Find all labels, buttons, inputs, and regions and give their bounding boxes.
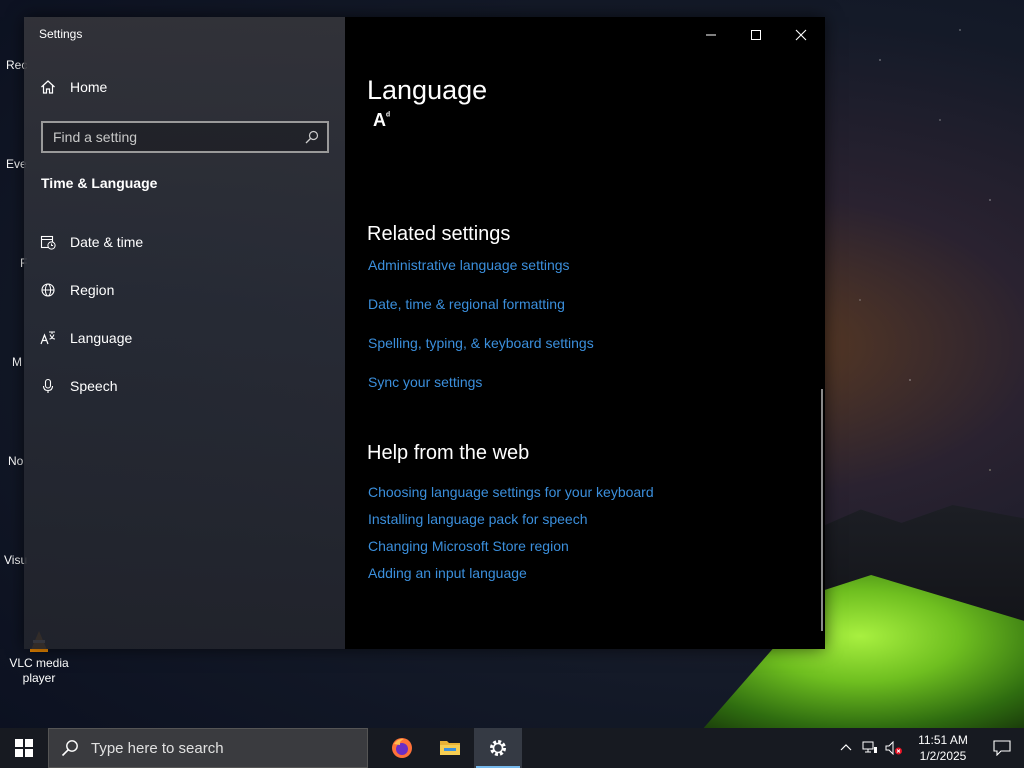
link-spelling-typing-keyboard-settings[interactable]: Spelling, typing, & keyboard settings: [368, 335, 594, 351]
firefox-icon: [392, 738, 412, 758]
sidebar-item-region[interactable]: Region: [40, 278, 114, 302]
clock-date: 1/2/2025: [919, 749, 967, 763]
sidebar-item-label: Region: [70, 282, 115, 298]
system-tray: 11:51 AM 1/2/2025: [834, 728, 1024, 768]
help-from-web-heading: Help from the web: [367, 442, 530, 464]
taskbar-clock[interactable]: 11:51 AM 1/2/2025: [906, 732, 980, 764]
sidebar-item-label: Date & time: [70, 234, 144, 250]
link-adding-input-language[interactable]: Adding an input language: [368, 565, 527, 581]
show-hidden-icons-button[interactable]: [834, 728, 858, 768]
find-setting-input[interactable]: [53, 129, 293, 145]
glyph-letter: A: [373, 110, 386, 130]
taskbar-search-placeholder: Type here to search: [91, 739, 224, 757]
window-title: Settings: [39, 27, 83, 41]
taskbar: Type here to search 11:51 AM 1/2/2025: [0, 728, 1024, 768]
date-time-icon: [40, 235, 56, 250]
sidebar-item-label: Speech: [70, 378, 118, 394]
search-icon: [61, 740, 78, 757]
sidebar-item-speech[interactable]: Speech: [40, 374, 117, 398]
link-administrative-language-settings[interactable]: Administrative language settings: [368, 257, 570, 273]
taskbar-app-file-explorer[interactable]: [426, 728, 474, 768]
settings-gear-icon: [490, 740, 506, 756]
sidebar-item-label: Language: [70, 330, 133, 346]
link-installing-language-pack[interactable]: Installing language pack for speech: [368, 511, 587, 527]
page-title: Language: [367, 75, 488, 105]
nav-home-label: Home: [70, 79, 108, 95]
taskbar-app-settings[interactable]: [474, 728, 522, 768]
start-button[interactable]: [0, 728, 48, 768]
maximize-icon: [751, 30, 761, 40]
action-center-button[interactable]: [980, 728, 1024, 768]
volume-button[interactable]: [882, 728, 906, 768]
sidebar-item-language[interactable]: Language: [40, 326, 132, 350]
maximize-button[interactable]: [733, 21, 779, 49]
settings-window: Settings Home Time & Language Date & tim…: [24, 17, 825, 649]
nav-home[interactable]: Home: [40, 79, 107, 95]
search-icon[interactable]: [305, 130, 319, 144]
file-explorer-icon: [440, 741, 460, 755]
close-button[interactable]: [778, 21, 824, 49]
chevron-up-icon: [840, 744, 852, 751]
network-button[interactable]: [858, 728, 882, 768]
minimize-icon: [706, 34, 716, 36]
windows-logo-icon: [15, 739, 33, 757]
notification-icon: [993, 740, 1011, 756]
language-icon: [40, 331, 56, 345]
link-sync-your-settings[interactable]: Sync your settings: [368, 374, 482, 390]
find-setting-search[interactable]: [41, 121, 329, 153]
link-date-time-regional-formatting[interactable]: Date, time & regional formatting: [368, 296, 565, 312]
section-label: Time & Language: [41, 175, 158, 191]
sidebar-item-date-time[interactable]: Date & time: [40, 230, 143, 254]
settings-content: Language Aᵈ Related settings Administrat…: [345, 17, 825, 649]
minimize-button[interactable]: [688, 21, 734, 49]
close-icon: [795, 29, 807, 41]
microphone-icon: [42, 378, 54, 393]
clock-time: 11:51 AM: [918, 733, 968, 747]
link-changing-store-region[interactable]: Changing Microsoft Store region: [368, 538, 569, 554]
link-choosing-language-settings[interactable]: Choosing language settings for your keyb…: [368, 484, 654, 500]
desktop-icon-label-no[interactable]: No: [8, 454, 23, 468]
related-settings-heading: Related settings: [367, 223, 511, 245]
desktop-icon-label-vlc: VLC media player: [9, 656, 69, 685]
settings-sidebar: Settings Home Time & Language Date & tim…: [24, 17, 345, 649]
taskbar-search-box[interactable]: Type here to search: [48, 728, 368, 768]
volume-muted-icon: [885, 741, 902, 755]
language-glyph-icon: Aᵈ: [373, 110, 390, 131]
home-icon: [41, 80, 55, 94]
content-scrollbar[interactable]: [821, 389, 823, 631]
glyph-sup: ᵈ: [386, 111, 390, 122]
desktop-icon-label-m[interactable]: M: [12, 355, 22, 369]
taskbar-app-firefox[interactable]: [378, 728, 426, 768]
network-icon: [862, 741, 877, 753]
globe-icon: [41, 283, 55, 297]
